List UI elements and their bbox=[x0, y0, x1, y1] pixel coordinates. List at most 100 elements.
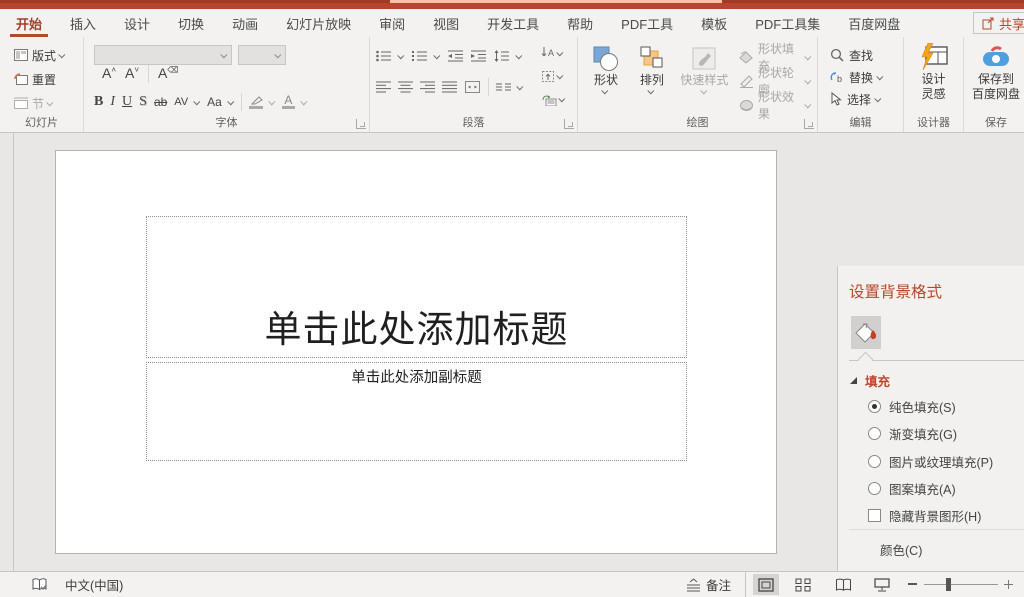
solid-fill-option[interactable]: 纯色填充(S) bbox=[868, 397, 956, 416]
pattern-fill-option[interactable]: 图案填充(A) bbox=[868, 479, 956, 498]
tab-developer[interactable]: 开发工具 bbox=[473, 9, 553, 37]
replace-button[interactable]: b 替换 bbox=[828, 66, 903, 88]
convert-to-smartart-button[interactable] bbox=[539, 89, 567, 109]
text-direction-button[interactable]: A bbox=[539, 43, 567, 63]
grow-font-button[interactable]: A˄ bbox=[102, 65, 116, 81]
justify-icon[interactable] bbox=[442, 81, 457, 93]
tab-templates[interactable]: 模板 bbox=[687, 9, 741, 37]
pane-divider bbox=[849, 529, 1024, 530]
tab-home[interactable]: 开始 bbox=[2, 9, 56, 37]
title-placeholder[interactable]: 单击此处添加标题 bbox=[146, 216, 687, 358]
language-indicator[interactable]: 中文(中国) bbox=[65, 572, 123, 597]
shape-outline-icon bbox=[739, 75, 754, 88]
gradient-fill-option[interactable]: 渐变填充(G) bbox=[868, 424, 957, 443]
hide-background-graphics-option[interactable]: 隐藏背景图形(H) bbox=[868, 506, 981, 525]
italic-button[interactable]: I bbox=[110, 94, 115, 110]
radio-selected-icon[interactable] bbox=[868, 400, 881, 413]
zoom-slider-thumb[interactable] bbox=[946, 578, 951, 591]
shrink-font-button[interactable]: A˅ bbox=[125, 65, 139, 81]
tab-review[interactable]: 审阅 bbox=[365, 9, 419, 37]
chevron-down-icon bbox=[515, 52, 522, 59]
drawing-dialog-launcher[interactable] bbox=[804, 119, 814, 129]
reading-view-button[interactable] bbox=[830, 574, 856, 595]
align-text-button[interactable] bbox=[539, 66, 567, 86]
tab-pdf-tools[interactable]: PDF工具 bbox=[607, 9, 687, 37]
font-dialog-launcher[interactable] bbox=[356, 119, 366, 129]
zoom-in-button[interactable] bbox=[1008, 580, 1009, 589]
line-spacing-icon[interactable] bbox=[494, 50, 509, 62]
align-left-icon[interactable] bbox=[376, 81, 391, 93]
tab-transitions[interactable]: 切换 bbox=[164, 9, 218, 37]
share-button[interactable]: 共享 bbox=[973, 12, 1024, 34]
language-label: 中文(中国) bbox=[65, 575, 123, 594]
checkbox-icon[interactable] bbox=[868, 509, 881, 522]
tab-animations[interactable]: 动画 bbox=[218, 9, 272, 37]
layout-button[interactable]: 版式 bbox=[12, 43, 83, 67]
font-color-bar bbox=[282, 106, 295, 109]
paragraph-dialog-launcher[interactable] bbox=[564, 119, 574, 129]
align-right-icon[interactable] bbox=[420, 81, 435, 93]
shapes-icon bbox=[592, 45, 620, 72]
change-case-button[interactable]: Aa bbox=[207, 95, 222, 109]
baidu-netdisk-icon bbox=[980, 43, 1012, 71]
bullets-icon[interactable] bbox=[376, 50, 391, 62]
chevron-down-icon bbox=[433, 52, 440, 59]
shape-effects-button[interactable]: 形状效果 bbox=[737, 94, 813, 116]
radio-icon[interactable] bbox=[868, 482, 881, 495]
pattern-fill-label: 图案填充(A) bbox=[889, 479, 956, 498]
tab-insert[interactable]: 插入 bbox=[56, 9, 110, 37]
design-ideas-icon bbox=[919, 43, 949, 71]
distribute-icon[interactable] bbox=[464, 81, 481, 93]
fill-section-header[interactable]: 填充 bbox=[850, 371, 890, 390]
notes-button[interactable]: 备注 bbox=[686, 572, 731, 597]
format-background-pane: 设置背景格式 填充 纯色填充(S) 渐变填充(G) 图片或纹理填充(P) 图案填… bbox=[837, 266, 1024, 597]
font-size-combobox[interactable] bbox=[238, 45, 286, 65]
ribbon-group-save: 保存到 百度网盘 保存 bbox=[964, 37, 1024, 132]
chevron-down-icon bbox=[58, 51, 65, 58]
columns-icon[interactable] bbox=[496, 81, 511, 93]
section-button[interactable]: 节 bbox=[12, 91, 83, 115]
slideshow-view-button[interactable] bbox=[869, 574, 895, 595]
save-to-baidu-netdisk-button[interactable]: 保存到 百度网盘 bbox=[964, 37, 1024, 101]
numbering-icon[interactable] bbox=[412, 50, 427, 62]
slide-canvas[interactable]: 单击此处添加标题 单击此处添加副标题 bbox=[55, 150, 777, 554]
tab-help[interactable]: 帮助 bbox=[553, 9, 607, 37]
design-ideas-button[interactable]: 设计 灵感 bbox=[904, 37, 963, 101]
radio-icon[interactable] bbox=[868, 455, 881, 468]
zoom-out-button[interactable] bbox=[908, 583, 917, 585]
font-name-combobox[interactable] bbox=[94, 45, 232, 65]
align-center-icon[interactable] bbox=[398, 81, 413, 93]
strikethrough-button[interactable]: ab bbox=[154, 95, 167, 109]
subtitle-placeholder[interactable]: 单击此处添加副标题 bbox=[146, 362, 687, 461]
tab-baidu-netdisk[interactable]: 百度网盘 bbox=[834, 9, 914, 37]
clear-formatting-button[interactable]: A⌫ bbox=[158, 65, 179, 81]
replace-icon: b bbox=[830, 70, 844, 84]
zoom-slider-track[interactable] bbox=[924, 584, 998, 585]
tab-slideshow[interactable]: 幻灯片放映 bbox=[272, 9, 365, 37]
find-button[interactable]: 查找 bbox=[828, 44, 903, 66]
radio-icon[interactable] bbox=[868, 427, 881, 440]
select-button[interactable]: 选择 bbox=[828, 88, 903, 110]
font-color-button[interactable]: A bbox=[282, 95, 295, 109]
reset-slide-button[interactable]: 重置 bbox=[12, 67, 83, 91]
tab-design[interactable]: 设计 bbox=[110, 9, 164, 37]
normal-view-button[interactable] bbox=[753, 574, 779, 595]
increase-indent-icon[interactable] bbox=[471, 50, 486, 62]
spell-check-indicator[interactable] bbox=[32, 572, 47, 597]
bold-button[interactable]: B bbox=[94, 94, 103, 110]
text-highlight-button[interactable] bbox=[249, 96, 263, 109]
text-shadow-button[interactable]: S bbox=[139, 94, 147, 110]
thumbnail-pane-divider[interactable] bbox=[13, 133, 14, 571]
tab-view[interactable]: 视图 bbox=[419, 9, 473, 37]
subtitle-placeholder-text[interactable]: 单击此处添加副标题 bbox=[147, 366, 686, 387]
decrease-indent-icon[interactable] bbox=[448, 50, 463, 62]
picture-texture-fill-option[interactable]: 图片或纹理填充(P) bbox=[868, 452, 993, 471]
slide-sorter-view-button[interactable] bbox=[790, 574, 816, 595]
underline-button[interactable]: U bbox=[122, 94, 132, 110]
fill-tab-button[interactable] bbox=[851, 316, 881, 349]
selected-tab-notch bbox=[858, 352, 874, 368]
pane-divider bbox=[849, 360, 1024, 361]
tab-pdf-toolset[interactable]: PDF工具集 bbox=[741, 9, 834, 37]
character-spacing-button[interactable]: AV bbox=[174, 96, 188, 108]
title-placeholder-text[interactable]: 单击此处添加标题 bbox=[147, 299, 686, 353]
